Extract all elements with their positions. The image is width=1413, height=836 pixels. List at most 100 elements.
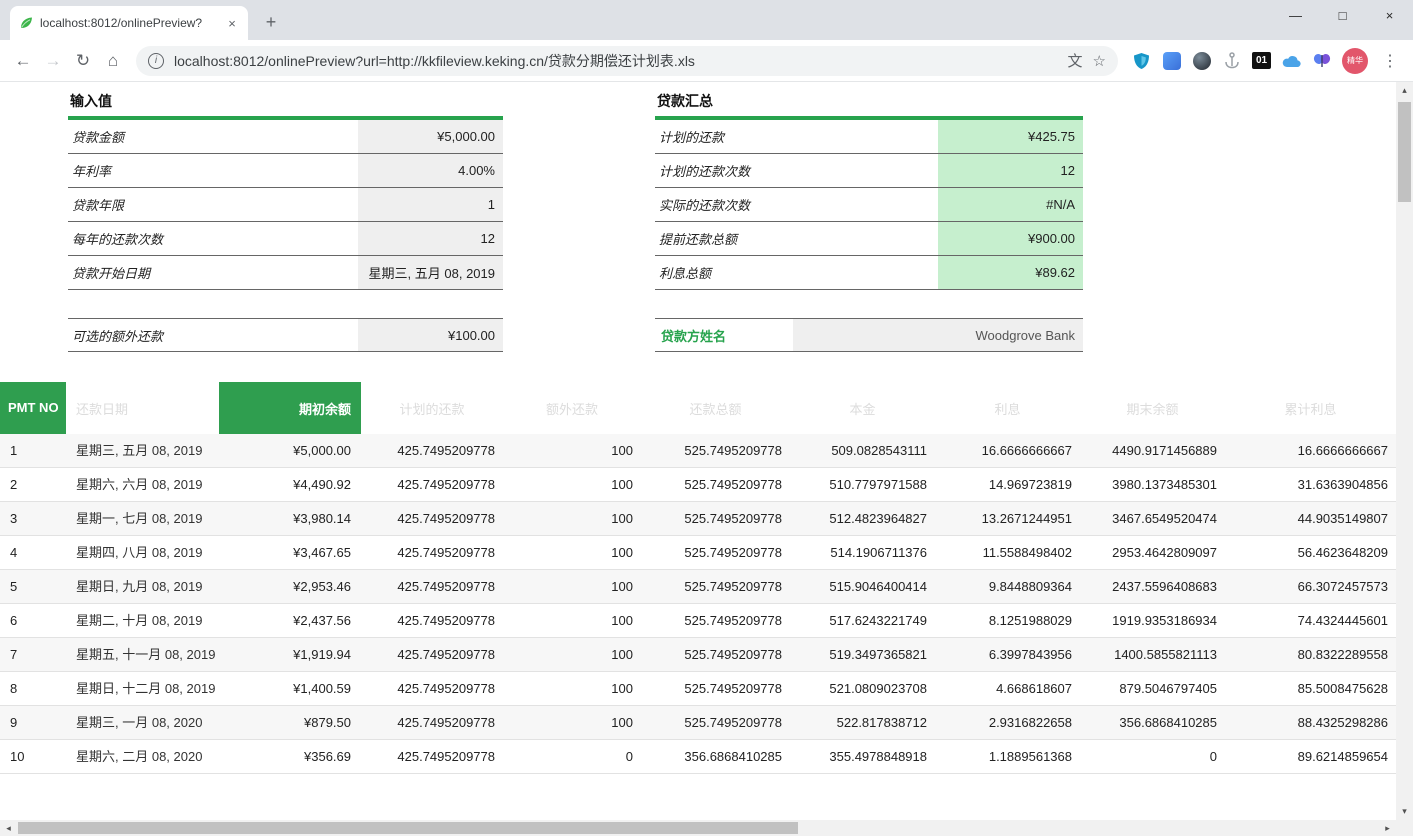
cell-begin-balance: ¥5,000.00	[219, 443, 361, 458]
header-end-balance: 期末余额	[1080, 382, 1225, 434]
cloud-extension-icon[interactable]	[1282, 51, 1301, 70]
cell-end-balance: 2953.4642809097	[1080, 545, 1225, 560]
header-total-payment: 还款总额	[641, 382, 790, 434]
cell-end-balance: 2437.5596408683	[1080, 579, 1225, 594]
table-row: 8 星期日, 十二月 08, 2019 ¥1,400.59 425.749520…	[0, 672, 1396, 706]
browser-tab[interactable]: localhost:8012/onlinePreview? ×	[10, 6, 248, 40]
cell-scheduled-payment: 425.7495209778	[361, 613, 503, 628]
summary-section: 贷款汇总 计划的还款 ¥425.75 计划的还款次数 12 实际的还款次数	[655, 88, 1083, 290]
extension-badge-01[interactable]: 01	[1252, 52, 1271, 69]
cell-end-balance: 879.5046797405	[1080, 681, 1225, 696]
summary-row: 提前还款总额 ¥900.00	[655, 222, 1083, 256]
table-row: 1 星期三, 五月 08, 2019 ¥5,000.00 425.7495209…	[0, 434, 1396, 468]
anchor-extension-icon[interactable]	[1222, 51, 1241, 70]
scroll-up-icon[interactable]: ▴	[1396, 82, 1413, 99]
refresh-button[interactable]: ↻	[68, 46, 98, 76]
browser-window: localhost:8012/onlinePreview? × + — □ × …	[0, 0, 1413, 836]
url-text[interactable]: localhost:8012/onlinePreview?url=http://…	[174, 51, 1058, 71]
tab-close-icon[interactable]: ×	[224, 16, 240, 31]
cell-scheduled-payment: 425.7495209778	[361, 647, 503, 662]
new-tab-button[interactable]: +	[258, 9, 284, 35]
cell-payment-date: 星期五, 十一月 08, 2019	[66, 640, 219, 670]
header-interest: 利息	[935, 382, 1080, 434]
summary-value: ¥425.75	[938, 120, 1083, 153]
window-close-button[interactable]: ×	[1366, 0, 1413, 30]
cell-begin-balance: ¥1,400.59	[219, 681, 361, 696]
address-bar[interactable]: i localhost:8012/onlinePreview?url=http:…	[136, 46, 1118, 76]
orb-extension-icon[interactable]	[1192, 51, 1211, 70]
scroll-down-icon[interactable]: ▾	[1396, 803, 1413, 820]
browser-toolbar: ← → ↻ ⌂ i localhost:8012/onlinePreview?u…	[0, 40, 1413, 82]
cell-payment-date: 星期六, 六月 08, 2019	[66, 470, 219, 500]
input-row: 年利率 4.00%	[68, 154, 503, 188]
cell-extra-payment: 100	[503, 681, 641, 696]
cell-interest: 16.6666666667	[935, 443, 1080, 458]
window-controls: — □ ×	[1272, 0, 1413, 30]
scroll-right-icon[interactable]: ▸	[1379, 820, 1396, 836]
translate-extension-icon[interactable]	[1162, 51, 1181, 70]
summary-label: 提前还款总额	[655, 222, 938, 255]
extra-payment-value: ¥100.00	[358, 319, 503, 351]
cell-begin-balance: ¥2,953.46	[219, 579, 361, 594]
cell-payment-date: 星期日, 十二月 08, 2019	[66, 674, 219, 704]
profile-avatar[interactable]: 精华	[1342, 48, 1368, 74]
cell-scheduled-payment: 425.7495209778	[361, 545, 503, 560]
cell-extra-payment: 0	[503, 749, 641, 764]
cell-principal: 515.9046400414	[790, 579, 935, 594]
header-pmt-no: PMT NO	[0, 382, 66, 434]
cell-total-payment: 525.7495209778	[641, 681, 790, 696]
scroll-left-icon[interactable]: ◂	[0, 820, 17, 836]
cell-total-payment: 525.7495209778	[641, 443, 790, 458]
cell-interest: 2.9316822658	[935, 715, 1080, 730]
home-button[interactable]: ⌂	[98, 46, 128, 76]
amortization-table-body: 1 星期三, 五月 08, 2019 ¥5,000.00 425.7495209…	[0, 434, 1396, 774]
input-row: 每年的还款次数 12	[68, 222, 503, 256]
summary-row: 实际的还款次数 #N/A	[655, 188, 1083, 222]
cell-pmt-no: 10	[0, 749, 66, 764]
cell-scheduled-payment: 425.7495209778	[361, 579, 503, 594]
bookmark-star-icon[interactable]: ☆	[1093, 52, 1106, 70]
forward-button[interactable]: →	[38, 46, 68, 76]
cell-principal: 509.0828543111	[790, 443, 935, 458]
input-label: 年利率	[68, 154, 358, 187]
cell-cumulative-interest: 74.4324445601	[1225, 613, 1396, 628]
table-row: 7 星期五, 十一月 08, 2019 ¥1,919.94 425.749520…	[0, 638, 1396, 672]
horizontal-scrollbar[interactable]: ◂ ▸	[0, 820, 1396, 836]
cell-total-payment: 525.7495209778	[641, 511, 790, 526]
butterfly-extension-icon[interactable]	[1312, 51, 1331, 70]
cell-extra-payment: 100	[503, 579, 641, 594]
cell-begin-balance: ¥356.69	[219, 749, 361, 764]
lender-value: Woodgrove Bank	[793, 319, 1083, 351]
cell-cumulative-interest: 89.6214859654	[1225, 749, 1396, 764]
cell-pmt-no: 7	[0, 647, 66, 662]
header-extra-payment: 额外还款	[503, 382, 641, 434]
cell-cumulative-interest: 56.4623648209	[1225, 545, 1396, 560]
window-minimize-button[interactable]: —	[1272, 0, 1319, 30]
chrome-menu-icon[interactable]: ⋮	[1379, 51, 1401, 71]
back-button[interactable]: ←	[8, 46, 38, 76]
cell-end-balance: 3467.6549520474	[1080, 511, 1225, 526]
cell-extra-payment: 100	[503, 647, 641, 662]
cell-end-balance: 1400.5855821113	[1080, 647, 1225, 662]
input-section: 输入值 贷款金额 ¥5,000.00 年利率 4.00% 贷款年限	[68, 88, 503, 290]
window-maximize-button[interactable]: □	[1319, 0, 1366, 30]
page-info-icon[interactable]: i	[148, 53, 164, 69]
horizontal-scroll-thumb[interactable]	[18, 822, 798, 834]
cell-scheduled-payment: 425.7495209778	[361, 477, 503, 492]
summary-value: #N/A	[938, 188, 1083, 221]
summary-label: 计划的还款次数	[655, 154, 938, 187]
cell-interest: 9.8448809364	[935, 579, 1080, 594]
cell-total-payment: 525.7495209778	[641, 545, 790, 560]
vertical-scrollbar[interactable]: ▴ ▾	[1396, 82, 1413, 836]
cell-pmt-no: 3	[0, 511, 66, 526]
header-principal: 本金	[790, 382, 935, 434]
translate-page-icon[interactable]: 文	[1068, 50, 1083, 71]
vertical-scroll-thumb[interactable]	[1398, 102, 1411, 202]
shield-extension-icon[interactable]	[1132, 51, 1151, 70]
cell-pmt-no: 6	[0, 613, 66, 628]
cell-end-balance: 3980.1373485301	[1080, 477, 1225, 492]
amortization-table-header: PMT NO 还款日期 期初余额 计划的还款 额外还款 还款总额 本金 利息 期…	[0, 382, 1396, 434]
input-row: 贷款年限 1	[68, 188, 503, 222]
summary-row: 计划的还款 ¥425.75	[655, 120, 1083, 154]
cell-total-payment: 525.7495209778	[641, 715, 790, 730]
